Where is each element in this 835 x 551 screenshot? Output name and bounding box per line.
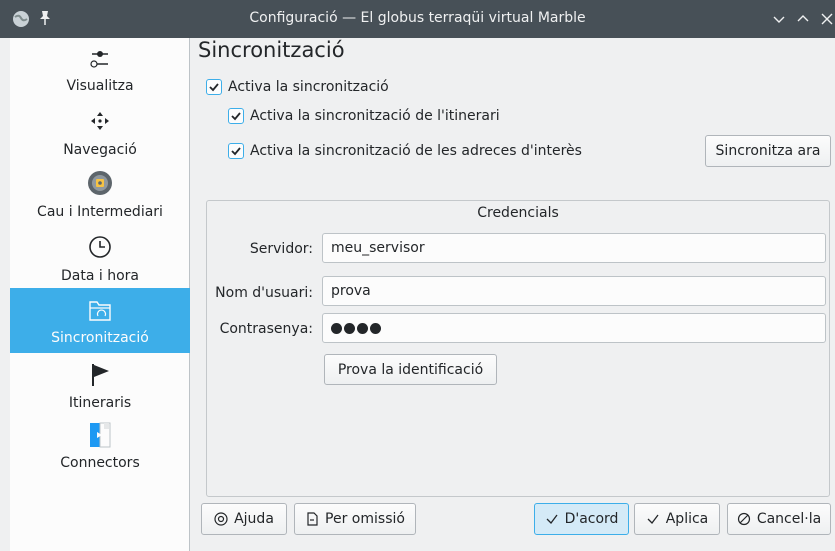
sidebar-item-label: Cau i Intermediari — [37, 204, 163, 220]
sidebar-item-navegacio[interactable]: Navegació — [10, 100, 190, 162]
document-icon — [307, 512, 318, 526]
user-label: Nom d'usuari: — [215, 285, 313, 301]
plugin-icon — [90, 422, 111, 448]
cancel-label: Cancel·la — [756, 511, 822, 527]
sidebar-item-sincronitzacio[interactable]: Sincronització — [10, 288, 190, 353]
server-field[interactable]: meu_servisor — [322, 233, 826, 263]
sidebar-item-cau[interactable]: Cau i Intermediari — [10, 162, 190, 226]
check-icon — [647, 514, 659, 524]
ok-label: D'acord — [564, 511, 619, 527]
clock-icon — [89, 236, 111, 258]
help-icon — [214, 512, 228, 526]
cancel-button[interactable]: Cancel·la — [727, 503, 831, 535]
defaults-button[interactable]: Per omissió — [294, 503, 416, 535]
password-field[interactable] — [322, 313, 826, 343]
sidebar-item-visualitza[interactable]: Visualitza — [10, 38, 190, 100]
checkbox-label: Activa la sincronització de l'itinerari — [250, 108, 500, 124]
password-label: Contrasenya: — [219, 321, 313, 337]
apply-button[interactable]: Aplica — [634, 503, 720, 535]
sidebar-item-data-hora[interactable]: Data i hora — [10, 226, 190, 288]
sync-bookmarks-checkbox[interactable]: Activa la sincronització de les adreces … — [228, 140, 582, 162]
close-icon[interactable] — [818, 10, 835, 28]
sidebar-item-itineraris[interactable]: Itineraris — [10, 353, 190, 413]
sidebar-item-label: Sincronització — [51, 330, 149, 346]
flag-icon — [92, 364, 109, 386]
sidebar-item-label: Visualitza — [66, 78, 134, 94]
check-icon — [209, 83, 219, 92]
check-icon — [231, 147, 241, 156]
disk-cache-icon — [88, 171, 112, 195]
slider-icon — [90, 51, 108, 68]
sidebar-item-label: Itineraris — [68, 395, 132, 411]
move-arrows-icon — [91, 112, 109, 130]
check-icon — [231, 112, 241, 121]
help-button[interactable]: Ajuda — [201, 503, 287, 535]
minimize-icon[interactable] — [770, 10, 788, 28]
settings-page: Sincronització Activa la sincronització … — [190, 38, 835, 551]
sidebar-item-label: Navegació — [63, 142, 137, 158]
folder-sync-icon — [89, 301, 111, 321]
window-title: Configuració — El globus terraqüi virtua… — [249, 10, 586, 26]
password-dot — [357, 322, 368, 334]
ok-button[interactable]: D'acord — [534, 503, 629, 535]
checkbox-box[interactable] — [206, 79, 222, 95]
sidebar-item-label: Data i hora — [61, 268, 139, 284]
apply-label: Aplica — [665, 511, 709, 527]
page-title: Sincronització — [198, 38, 345, 62]
credentials-title: Credencials — [477, 205, 559, 221]
title-bar: Configuració — El globus terraqüi virtua… — [0, 0, 835, 38]
password-dot — [331, 322, 342, 334]
password-dot — [370, 322, 381, 334]
sidebar-item-connectors[interactable]: Connectors — [10, 413, 190, 475]
sidebar-item-label: Connectors — [60, 455, 140, 471]
sync-routes-checkbox[interactable]: Activa la sincronització de l'itinerari — [228, 105, 500, 127]
cancel-icon — [737, 512, 750, 526]
test-login-button[interactable]: Prova la identificació — [324, 354, 497, 385]
checkbox-label: Activa la sincronització — [228, 79, 389, 95]
enable-sync-checkbox[interactable]: Activa la sincronització — [206, 76, 389, 98]
help-label: Ajuda — [234, 511, 274, 527]
checkbox-box[interactable] — [228, 108, 244, 124]
credentials-group: Credencials Servidor: meu_servisor Nom d… — [206, 200, 830, 497]
check-icon — [546, 514, 558, 524]
maximize-icon[interactable] — [794, 10, 812, 28]
username-field[interactable]: prova — [322, 276, 826, 306]
checkbox-box[interactable] — [228, 143, 244, 159]
checkbox-label: Activa la sincronització de les adreces … — [250, 143, 582, 159]
defaults-label: Per omissió — [325, 511, 405, 527]
server-label: Servidor: — [249, 241, 313, 257]
password-dot — [344, 322, 355, 334]
sync-now-button[interactable]: Sincronitza ara — [705, 135, 831, 167]
sidebar: Visualitza Navegació Cau i Intermediari … — [10, 38, 190, 551]
